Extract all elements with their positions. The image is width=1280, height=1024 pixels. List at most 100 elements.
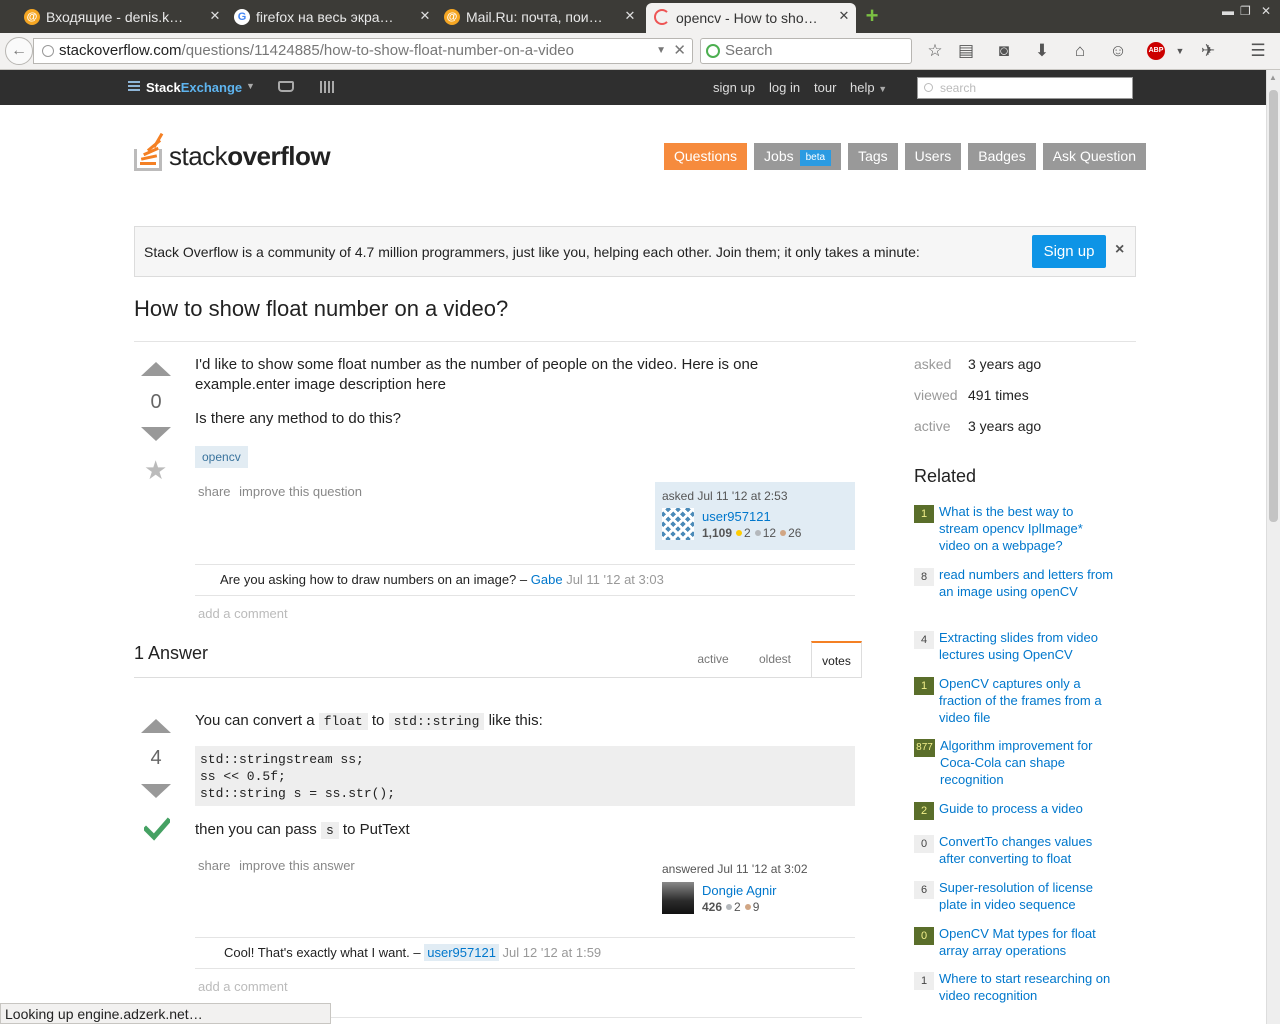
download-icon[interactable]: ⬇ bbox=[1032, 41, 1052, 61]
close-tab-icon[interactable]: ✕ bbox=[836, 8, 852, 24]
downvote-arrow-icon[interactable] bbox=[141, 784, 171, 798]
achievements-icon[interactable] bbox=[320, 81, 336, 93]
accepted-check-icon bbox=[144, 817, 170, 841]
share-link[interactable]: share bbox=[198, 484, 231, 499]
browser-search-input[interactable]: Search bbox=[700, 38, 912, 64]
url-bar[interactable]: stackoverflow.com/questions/11424885/how… bbox=[33, 38, 693, 64]
stackexchange-logo[interactable]: StackExchange bbox=[128, 80, 242, 95]
divider bbox=[195, 564, 855, 565]
nav-jobs-label: Jobs bbox=[764, 148, 794, 164]
tab-sort-votes[interactable]: votes bbox=[811, 641, 862, 678]
related-score-badge: 0 bbox=[914, 927, 934, 945]
restore-icon[interactable]: ❐ bbox=[1240, 4, 1251, 18]
close-tab-icon[interactable]: ✕ bbox=[622, 8, 638, 24]
related-question-link[interactable]: Extracting slides from video lectures us… bbox=[939, 629, 1114, 663]
answer-post-menu: share improve this answer bbox=[198, 858, 360, 873]
user-name-link[interactable]: Dongie Agnir bbox=[702, 883, 776, 898]
related-question-link[interactable]: ConvertTo changes values after convertin… bbox=[939, 833, 1114, 867]
browser-tab-bar: @ Входящие - denis.k… ✕ G firefox на вес… bbox=[0, 0, 1280, 33]
comment-text: Are you asking how to draw numbers on an… bbox=[220, 572, 528, 587]
question-title[interactable]: How to show float number on a video? bbox=[134, 296, 508, 322]
chat-icon[interactable]: ☺ bbox=[1108, 41, 1128, 61]
upvote-arrow-icon[interactable] bbox=[141, 362, 171, 376]
related-question-link[interactable]: Algorithm improvement for Coca-Cola can … bbox=[940, 737, 1115, 788]
scroll-up-icon[interactable]: ▲ bbox=[1269, 73, 1277, 82]
nav-jobs[interactable]: Jobs beta bbox=[754, 143, 842, 170]
related-question-link[interactable]: OpenCV captures only a fraction of the f… bbox=[939, 675, 1114, 726]
tour-link[interactable]: tour bbox=[814, 80, 836, 95]
add-comment-link[interactable]: add a comment bbox=[198, 979, 288, 994]
close-window-icon[interactable]: ✕ bbox=[1261, 4, 1271, 18]
signup-banner: Stack Overflow is a community of 4.7 mil… bbox=[134, 226, 1136, 277]
related-question-link[interactable]: Super-resolution of license plate in vid… bbox=[939, 879, 1114, 913]
tag-opencv[interactable]: opencv bbox=[195, 446, 248, 468]
sign-up-link[interactable]: sign up bbox=[713, 80, 755, 95]
browser-tab-mailru[interactable]: @ Mail.Ru: почта, пои… ✕ bbox=[442, 3, 642, 31]
log-in-link[interactable]: log in bbox=[769, 80, 800, 95]
user-name-link[interactable]: user957121 bbox=[702, 509, 771, 524]
nav-tags[interactable]: Tags bbox=[848, 143, 898, 170]
comment-date[interactable]: Jul 11 '12 at 3:03 bbox=[566, 572, 664, 587]
browser-tab-google[interactable]: G firefox на весь экра… ✕ bbox=[232, 3, 437, 31]
related-score-badge: 8 bbox=[914, 568, 934, 586]
nav-badges[interactable]: Badges bbox=[968, 143, 1036, 170]
upvote-arrow-icon[interactable] bbox=[141, 719, 171, 733]
inline-code: s bbox=[320, 822, 339, 839]
tab-sort-oldest[interactable]: oldest bbox=[747, 641, 803, 678]
browser-tab-active[interactable]: opencv - How to sho… ✕ bbox=[646, 3, 856, 33]
dropdown-arrow-icon[interactable]: ▼ bbox=[1170, 41, 1190, 61]
related-score-badge: 6 bbox=[914, 881, 934, 899]
close-tab-icon[interactable]: ✕ bbox=[417, 8, 433, 24]
bookmark-star-icon[interactable]: ☆ bbox=[925, 41, 945, 61]
chevron-down-icon[interactable]: ▼ bbox=[246, 81, 255, 91]
nav-users[interactable]: Users bbox=[904, 143, 962, 170]
browser-tab-inbox[interactable]: @ Входящие - denis.k… ✕ bbox=[22, 3, 227, 31]
related-question-link[interactable]: Where to start researching on video reco… bbox=[939, 970, 1114, 1004]
question-vote-count: 0 bbox=[150, 391, 162, 413]
related-question-link[interactable]: read numbers and letters from an image u… bbox=[939, 566, 1114, 600]
improve-answer-link[interactable]: improve this answer bbox=[239, 858, 355, 873]
improve-question-link[interactable]: improve this question bbox=[239, 484, 362, 499]
scroll-thumb[interactable] bbox=[1269, 90, 1278, 522]
stop-icon[interactable]: ✕ bbox=[673, 39, 686, 63]
related-question-link[interactable]: What is the best way to stream opencv Ip… bbox=[939, 503, 1114, 554]
comment-user-link[interactable]: user957121 bbox=[424, 944, 499, 961]
add-comment-link[interactable]: add a comment bbox=[198, 606, 288, 621]
new-tab-icon[interactable]: + bbox=[862, 5, 882, 27]
minimize-icon[interactable]: ▬ bbox=[1222, 4, 1234, 18]
meta-active-value[interactable]: 3 years ago bbox=[968, 418, 1041, 434]
extension-icon[interactable]: ✈ bbox=[1198, 41, 1218, 61]
share-link[interactable]: share bbox=[198, 858, 231, 873]
logo-wordmark: stackoverflow bbox=[169, 141, 331, 172]
pocket-icon[interactable]: ◙ bbox=[994, 41, 1014, 61]
related-question-link[interactable]: Guide to process a video bbox=[939, 800, 1114, 817]
favorite-star-icon[interactable]: ★ bbox=[144, 455, 167, 486]
comment-user-link[interactable]: Gabe bbox=[531, 572, 563, 587]
home-icon[interactable]: ⌂ bbox=[1070, 41, 1090, 61]
stackexchange-bars-icon bbox=[128, 81, 140, 93]
dropdown-arrow-icon[interactable]: ▼ bbox=[656, 39, 666, 63]
avatar[interactable] bbox=[662, 882, 694, 914]
menu-hamburger-icon[interactable]: ☰ bbox=[1248, 41, 1268, 61]
close-tab-icon[interactable]: ✕ bbox=[207, 8, 223, 24]
tab-sort-active[interactable]: active bbox=[685, 641, 741, 678]
nav-ask-question[interactable]: Ask Question bbox=[1042, 143, 1146, 170]
downvote-arrow-icon[interactable] bbox=[141, 427, 171, 441]
meta-active-label: active bbox=[914, 418, 951, 434]
adblock-icon[interactable]: ABP bbox=[1147, 42, 1165, 60]
close-icon[interactable]: × bbox=[1115, 241, 1124, 259]
related-question-link[interactable]: OpenCV Mat types for float array array o… bbox=[939, 925, 1114, 959]
comment-date[interactable]: Jul 12 '12 at 1:59 bbox=[503, 945, 602, 960]
sign-up-button[interactable]: Sign up bbox=[1032, 235, 1106, 268]
bronze-badge-icon bbox=[744, 904, 751, 910]
help-link[interactable]: help ▼ bbox=[850, 80, 887, 95]
nav-questions[interactable]: Questions bbox=[664, 143, 748, 170]
avatar[interactable] bbox=[662, 508, 694, 540]
back-arrow-icon[interactable]: ← bbox=[5, 37, 33, 65]
page-scrollbar[interactable]: ▲ bbox=[1266, 70, 1280, 1024]
site-search-input[interactable]: search bbox=[917, 77, 1133, 99]
search-placeholder: Search bbox=[725, 42, 773, 59]
reading-list-icon[interactable]: ▤ bbox=[956, 41, 976, 61]
answer-text: You can convert a bbox=[195, 712, 315, 729]
inbox-icon[interactable] bbox=[278, 81, 294, 92]
